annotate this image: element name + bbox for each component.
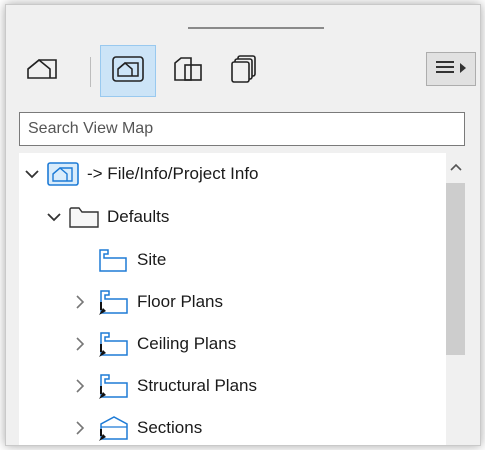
hamburger-icon (436, 60, 454, 79)
folder-icon (69, 205, 99, 229)
tree-item-ceiling-plans[interactable]: Ceiling Plans (71, 325, 236, 363)
tree-scrollbar[interactable] (446, 153, 465, 445)
view-map-root-icon (47, 162, 79, 186)
tree-item-label: Sections (137, 418, 203, 437)
floor-plan-clone-icon (97, 372, 129, 400)
scrollbar-thumb[interactable] (446, 183, 465, 355)
floor-plan-view-icon (97, 247, 129, 273)
tree-item-label: Defaults (107, 207, 170, 226)
chevron-right-icon[interactable] (71, 419, 89, 437)
options-menu-button[interactable] (426, 52, 476, 86)
tree-item-site[interactable]: Site (97, 241, 166, 279)
triangle-right-icon (460, 60, 466, 78)
tree-item-structural-plans[interactable]: Structural Plans (71, 367, 257, 405)
chevron-down-icon[interactable] (23, 165, 41, 183)
view-map-panel: -> File/Info/Project Info Defaults Site (5, 4, 481, 446)
tree-item-project-info[interactable]: -> File/Info/Project Info (23, 155, 259, 193)
chevron-right-icon[interactable] (71, 335, 89, 353)
publisher-sets-button[interactable] (216, 45, 272, 97)
tree-item-floor-plans[interactable]: Floor Plans (71, 283, 223, 321)
tree-item-label: Structural Plans (137, 376, 257, 395)
navigator-toolbar (6, 35, 480, 105)
toolbar-separator (90, 57, 91, 87)
scroll-up-icon[interactable] (446, 157, 465, 177)
search-input[interactable] (19, 112, 465, 146)
tree-item-label: Floor Plans (137, 292, 223, 311)
layout-book-button[interactable] (160, 45, 216, 97)
view-map-tree: -> File/Info/Project Info Defaults Site (19, 153, 465, 445)
view-map-button[interactable] (100, 45, 156, 97)
project-map-button[interactable] (14, 45, 70, 97)
project-map-icon (25, 56, 59, 87)
publisher-sets-icon (229, 54, 259, 89)
floor-plan-clone-icon (97, 330, 129, 358)
panel-drag-grip[interactable] (188, 27, 324, 29)
floor-plan-clone-icon (97, 288, 129, 316)
tree-item-sections[interactable]: Sections (71, 409, 202, 445)
chevron-down-icon[interactable] (45, 208, 63, 226)
tree-item-label: -> File/Info/Project Info (87, 164, 259, 183)
chevron-right-icon[interactable] (71, 293, 89, 311)
layout-book-icon (171, 55, 205, 88)
chevron-right-icon[interactable] (71, 377, 89, 395)
tree-item-label: Site (137, 250, 167, 269)
tree-item-defaults[interactable]: Defaults (45, 198, 169, 236)
view-map-icon (111, 55, 145, 88)
tree-item-label: Ceiling Plans (137, 334, 237, 353)
section-clone-icon (97, 414, 129, 442)
